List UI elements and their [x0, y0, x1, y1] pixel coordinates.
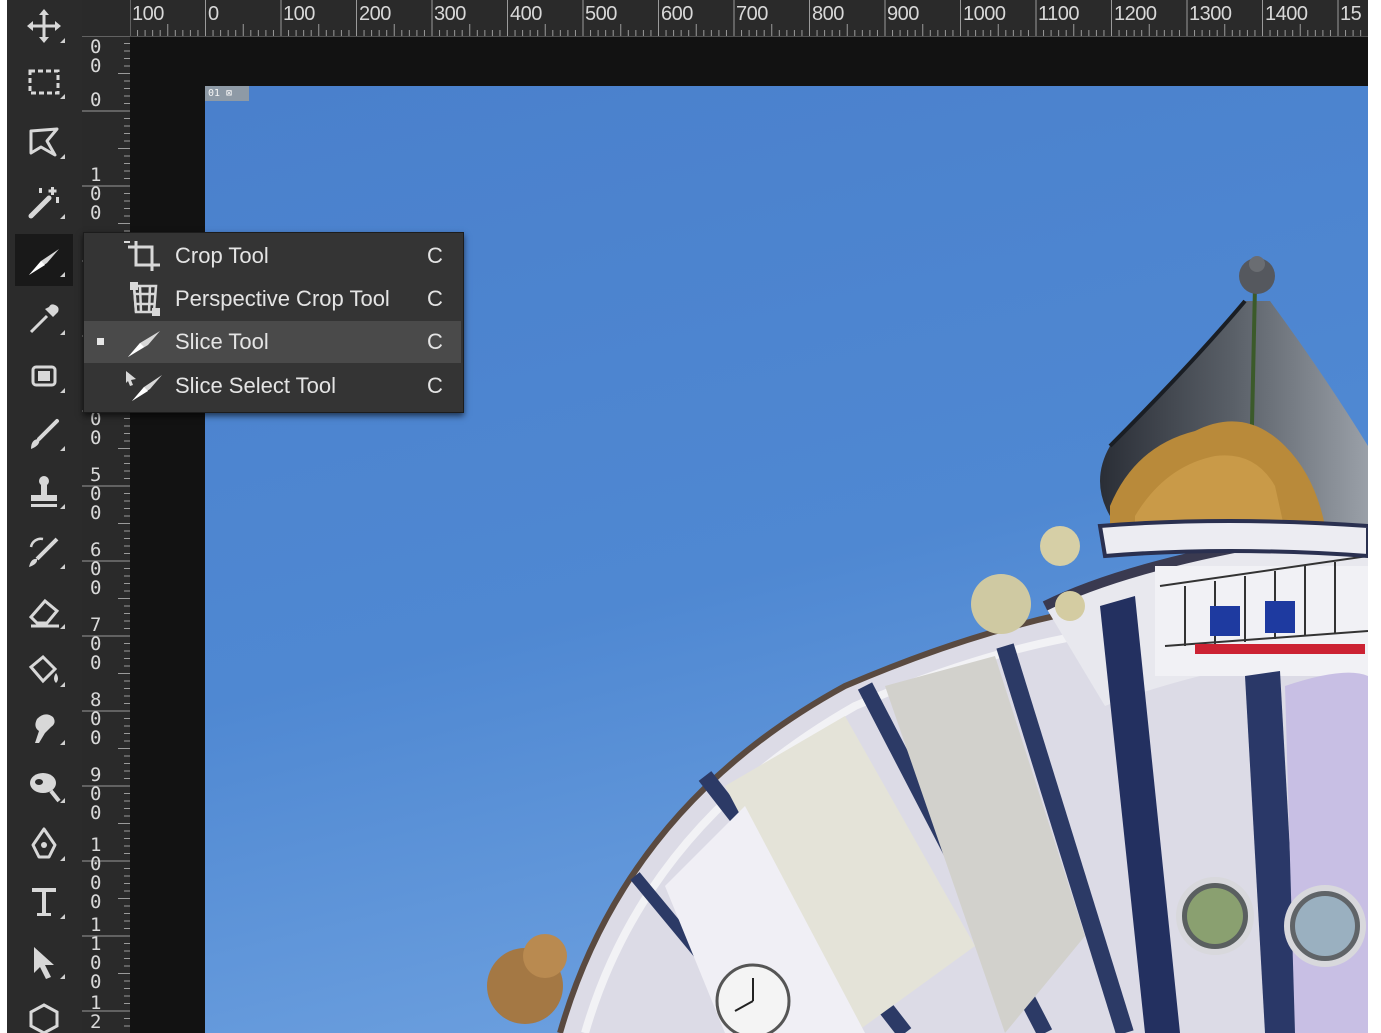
shape-tool[interactable]	[15, 992, 73, 1033]
ruler-label: 500	[90, 464, 102, 524]
move-icon	[27, 9, 61, 43]
spot-healing-icon	[31, 365, 57, 387]
menu-item-shortcut: C	[427, 329, 443, 354]
pen-tool[interactable]	[15, 818, 73, 870]
paint-bucket-icon	[28, 654, 58, 684]
lasso-icon	[29, 127, 59, 157]
ruler-label: 800	[90, 689, 102, 749]
smudge-icon	[35, 714, 55, 743]
ruler-label: 100	[283, 3, 315, 25]
left-edge-strip	[0, 0, 7, 1033]
menu-item-slice-select-tool[interactable]: Slice Select Tool C	[84, 365, 461, 407]
crop-tools-flyout: Crop Tool C Perspective Crop Tool C Slic…	[83, 232, 464, 413]
paint-bucket-tool[interactable]	[15, 644, 73, 696]
marquee-icon	[28, 69, 60, 95]
perspective-crop-icon	[130, 282, 160, 316]
menu-item-shortcut: C	[427, 373, 443, 398]
slice-number-badge: 01 ⊠	[205, 86, 249, 101]
ruler-label: 900	[887, 3, 919, 25]
ruler-label: 15	[1340, 3, 1362, 25]
menu-item-label: Slice Tool	[175, 329, 269, 354]
ruler-label: 600	[661, 3, 693, 25]
ruler-label: 0	[90, 89, 102, 111]
ruler-label: 900	[90, 764, 102, 824]
canvas-image	[205, 86, 1368, 1033]
ruler-label: 1200	[1114, 3, 1157, 25]
menu-item-label: Crop Tool	[175, 243, 269, 268]
ruler-label: 800	[812, 3, 844, 25]
slice-icon	[29, 249, 59, 275]
ruler-label: 700	[736, 3, 768, 25]
photoshop-window: 100 0 100 200 300 400 500 600 700 800 90…	[0, 0, 1368, 1033]
horizontal-ruler[interactable]: 100 0 100 200 300 400 500 600 700 800 90…	[130, 0, 1368, 37]
ruler-label: 00	[90, 36, 102, 77]
selected-bullet-icon	[97, 338, 104, 345]
ruler-label: 1000	[90, 834, 102, 913]
ruler-label: 400	[510, 3, 542, 25]
marquee-tool[interactable]	[15, 56, 73, 108]
move-tool[interactable]	[15, 0, 73, 52]
stamp-tool[interactable]	[15, 466, 73, 518]
slice-tool-button[interactable]	[15, 234, 73, 286]
menu-item-slice-tool[interactable]: Slice Tool C	[84, 321, 461, 363]
dodge-tool[interactable]	[15, 760, 73, 812]
document-canvas[interactable]	[205, 86, 1368, 1033]
brush-icon	[31, 419, 59, 449]
menu-item-shortcut: C	[427, 243, 443, 268]
menu-item-label: Perspective Crop Tool	[175, 286, 390, 311]
slice-select-icon	[126, 371, 162, 401]
type-tool[interactable]	[15, 876, 73, 928]
eyedropper-tool[interactable]	[15, 292, 73, 344]
ruler-label: 300	[434, 3, 466, 25]
smudge-tool[interactable]	[15, 702, 73, 754]
ruler-label: 100	[90, 164, 102, 224]
ruler-label: 1000	[963, 3, 1006, 25]
menu-item-label: Slice Select Tool	[175, 373, 337, 398]
ruler-label: 1100	[1038, 3, 1080, 25]
lasso-tool[interactable]	[15, 116, 73, 168]
menu-item-shortcut: C	[427, 286, 443, 311]
ruler-label: 1300	[1189, 3, 1232, 25]
ruler-label: 200	[359, 3, 391, 25]
tools-panel	[7, 0, 82, 1033]
ruler-label: 600	[90, 539, 102, 599]
ruler-label: 500	[585, 3, 617, 25]
magic-wand-icon	[28, 187, 59, 219]
path-selection-tool[interactable]	[15, 936, 73, 988]
spot-healing-tool[interactable]	[15, 350, 73, 402]
ruler-label: 1100	[90, 914, 102, 993]
brush-tool[interactable]	[15, 408, 73, 460]
ruler-label: 12	[90, 992, 102, 1033]
history-brush-tool[interactable]	[15, 526, 73, 578]
stamp-icon	[31, 476, 57, 507]
menu-item-crop-tool[interactable]: Crop Tool C	[84, 235, 461, 277]
vertical-ruler[interactable]: 00 0 100 200 300 400 500 600 700 800 900…	[82, 36, 131, 1033]
ruler-label: 0	[208, 3, 219, 25]
ruler-label: 700	[90, 614, 102, 674]
eyedropper-icon	[29, 304, 59, 334]
slice-icon	[128, 331, 160, 357]
menu-item-perspective-crop-tool[interactable]: Perspective Crop Tool C	[84, 278, 461, 320]
type-icon	[32, 888, 56, 916]
pen-icon	[31, 827, 57, 859]
ruler-origin[interactable]	[82, 0, 130, 37]
shape-icon	[29, 1003, 59, 1033]
ruler-label: 1400	[1265, 3, 1308, 25]
eraser-icon	[28, 598, 60, 628]
crop-icon	[124, 241, 160, 271]
eraser-tool[interactable]	[15, 586, 73, 638]
history-brush-icon	[29, 537, 59, 567]
path-selection-icon	[34, 947, 54, 979]
magic-wand-tool[interactable]	[15, 176, 73, 228]
ruler-label: 100	[132, 3, 164, 25]
dodge-icon	[30, 773, 61, 803]
